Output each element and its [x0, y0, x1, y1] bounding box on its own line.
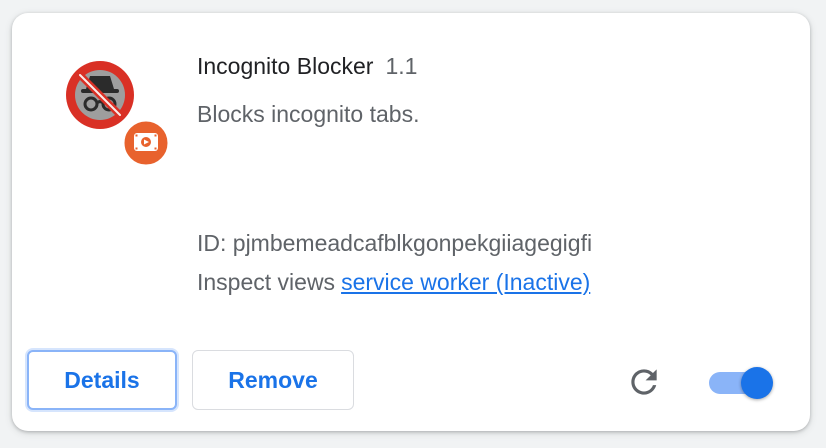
- extension-version: 1.1: [385, 53, 418, 79]
- enable-toggle[interactable]: [709, 367, 773, 399]
- extension-name: Incognito Blocker: [197, 53, 374, 79]
- service-worker-link[interactable]: service worker (Inactive): [341, 269, 590, 295]
- remove-button[interactable]: Remove: [192, 350, 354, 410]
- reload-icon[interactable]: [624, 363, 664, 401]
- extension-card: Incognito Blocker 1.1 Blocks incognito ta…: [12, 13, 810, 431]
- extension-title-row: Incognito Blocker 1.1: [197, 53, 417, 80]
- details-button[interactable]: Details: [27, 350, 177, 410]
- inspect-views-row: Inspect views service worker (Inactive): [197, 269, 590, 296]
- inspect-views-label: Inspect views: [197, 269, 336, 295]
- toggle-knob: [741, 367, 773, 399]
- extension-description: Blocks incognito tabs.: [197, 101, 420, 127]
- extension-id: ID: pjmbemeadcafblkgonpekgiiagegigfi: [197, 230, 593, 256]
- extension-badge-icon: [121, 118, 170, 167]
- incognito-blocked-icon: [66, 61, 170, 167]
